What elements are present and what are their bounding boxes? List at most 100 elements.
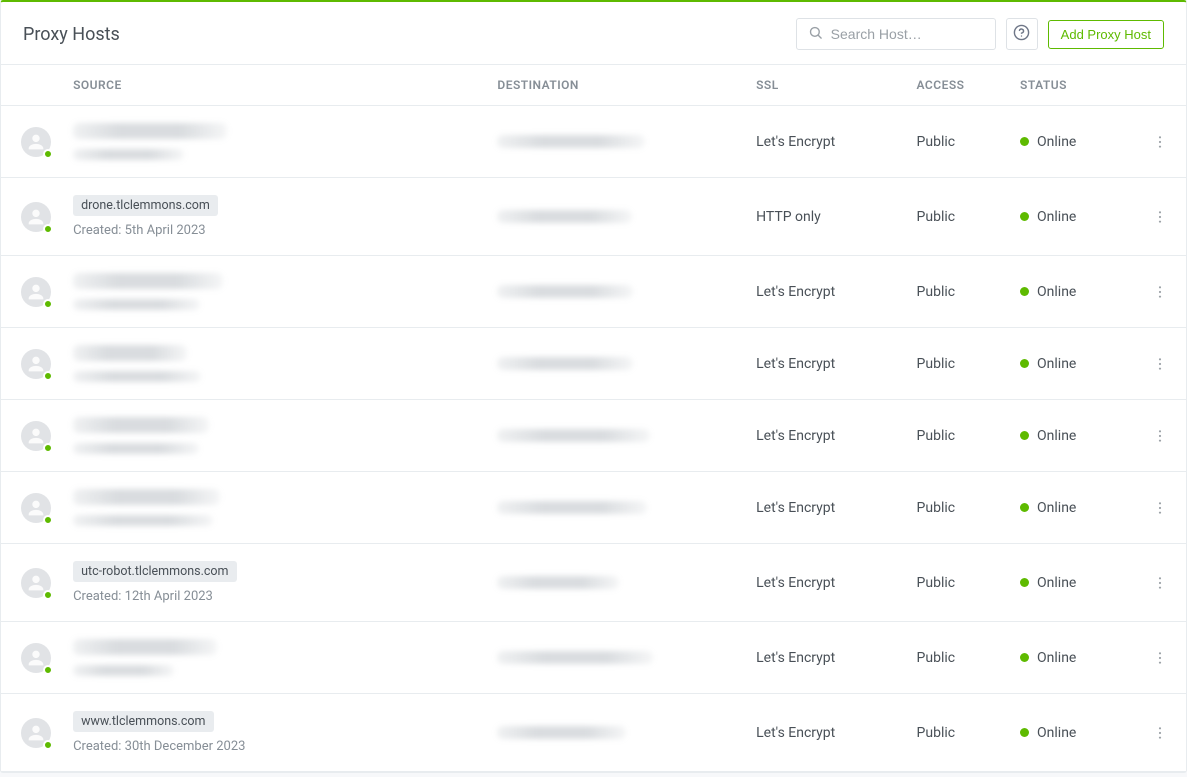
host-tag: drone.tlclemmons.com [73,195,218,216]
status-label: Online [1037,725,1076,741]
col-header-menu [1134,65,1186,106]
avatar-status-dot [43,443,53,453]
row-menu-button[interactable] [1146,494,1174,522]
status-cell: Online [1010,472,1134,544]
status-label: Online [1037,209,1076,225]
host-tag: utc-robot.tlclemmons.com [73,561,236,582]
status-dot-icon [1020,578,1029,587]
status-label: Online [1037,575,1076,591]
header-actions: Add Proxy Host [796,18,1164,50]
avatar [21,349,51,379]
created-label: Created: 30th December 2023 [73,739,245,754]
table-row[interactable]: drone.tlclemmons.com Created: 5th April 2… [1,178,1186,256]
access-cell: Public [907,694,1010,772]
col-header-ssl[interactable]: SSL [746,65,906,106]
col-header-access[interactable]: ACCESS [907,65,1010,106]
table-row[interactable]: utc-robot.tlclemmons.com Created: 12th Ap… [1,544,1186,622]
col-header-blank [1,65,63,106]
status-dot-icon [1020,728,1029,737]
search-wrap [796,18,996,50]
row-menu-button[interactable] [1146,569,1174,597]
avatar [21,202,51,232]
status-cell: Online [1010,106,1134,178]
status-label: Online [1037,428,1076,444]
status-dot-icon [1020,359,1029,368]
row-menu-button[interactable] [1146,422,1174,450]
status-cell: Online [1010,400,1134,472]
avatar [21,718,51,748]
access-cell: Public [907,622,1010,694]
avatar-status-dot [43,665,53,675]
avatar-status-dot [43,371,53,381]
status-dot-icon [1020,137,1029,146]
ssl-cell: Let's Encrypt [746,472,906,544]
table-row[interactable]: Let's EncryptPublic Online [1,622,1186,694]
status-dot-icon [1020,653,1029,662]
avatar [21,568,51,598]
access-cell: Public [907,328,1010,400]
created-label: Created: 12th April 2023 [73,589,213,604]
ssl-cell: Let's Encrypt [746,328,906,400]
ssl-cell: Let's Encrypt [746,106,906,178]
status-label: Online [1037,650,1076,666]
row-menu-button[interactable] [1146,278,1174,306]
ssl-cell: Let's Encrypt [746,400,906,472]
status-label: Online [1037,134,1076,150]
ssl-cell: Let's Encrypt [746,694,906,772]
col-header-source[interactable]: SOURCE [63,65,487,106]
table-row[interactable]: Let's EncryptPublic Online [1,106,1186,178]
table-row[interactable]: www.tlclemmons.com Created: 30th December… [1,694,1186,772]
status-dot-icon [1020,431,1029,440]
host-tag: www.tlclemmons.com [73,711,213,732]
row-menu-button[interactable] [1146,350,1174,378]
status-cell: Online [1010,622,1134,694]
status-cell: Online [1010,328,1134,400]
status-dot-icon [1020,503,1029,512]
access-cell: Public [907,178,1010,256]
access-cell: Public [907,544,1010,622]
page-header: Proxy Hosts Add Proxy Host [1,2,1186,64]
page-title: Proxy Hosts [23,24,120,45]
avatar [21,421,51,451]
status-cell: Online [1010,256,1134,328]
avatar-status-dot [43,224,53,234]
status-cell: Online [1010,544,1134,622]
search-input[interactable] [796,18,996,50]
status-dot-icon [1020,287,1029,296]
status-label: Online [1037,356,1076,372]
avatar-status-dot [43,515,53,525]
ssl-cell: HTTP only [746,178,906,256]
table-row[interactable]: Let's EncryptPublic Online [1,472,1186,544]
avatar-status-dot [43,590,53,600]
col-header-status[interactable]: STATUS [1010,65,1134,106]
avatar-status-dot [43,299,53,309]
access-cell: Public [907,106,1010,178]
status-cell: Online [1010,178,1134,256]
avatar [21,277,51,307]
table-row[interactable]: Let's EncryptPublic Online [1,400,1186,472]
table-row[interactable]: Let's EncryptPublicOnline [1,256,1186,328]
proxy-hosts-table: SOURCE DESTINATION SSL ACCESS STATUS Let… [1,64,1186,772]
avatar-status-dot [43,740,53,750]
created-label: Created: 5th April 2023 [73,223,205,238]
add-proxy-host-button[interactable]: Add Proxy Host [1048,20,1164,49]
access-cell: Public [907,400,1010,472]
row-menu-button[interactable] [1146,719,1174,747]
ssl-cell: Let's Encrypt [746,544,906,622]
col-header-destination[interactable]: DESTINATION [487,65,746,106]
access-cell: Public [907,472,1010,544]
help-button[interactable] [1006,18,1038,50]
access-cell: Public [907,256,1010,328]
table-row[interactable]: Let's EncryptPublic Online [1,328,1186,400]
avatar [21,493,51,523]
avatar [21,127,51,157]
avatar [21,643,51,673]
row-menu-button[interactable] [1146,203,1174,231]
ssl-cell: Let's Encrypt [746,622,906,694]
status-cell: Online [1010,694,1134,772]
status-label: Online [1037,284,1076,300]
status-label: Online [1037,500,1076,516]
row-menu-button[interactable] [1146,128,1174,156]
row-menu-button[interactable] [1146,644,1174,672]
proxy-hosts-card: Proxy Hosts Add Proxy Host [0,0,1187,773]
